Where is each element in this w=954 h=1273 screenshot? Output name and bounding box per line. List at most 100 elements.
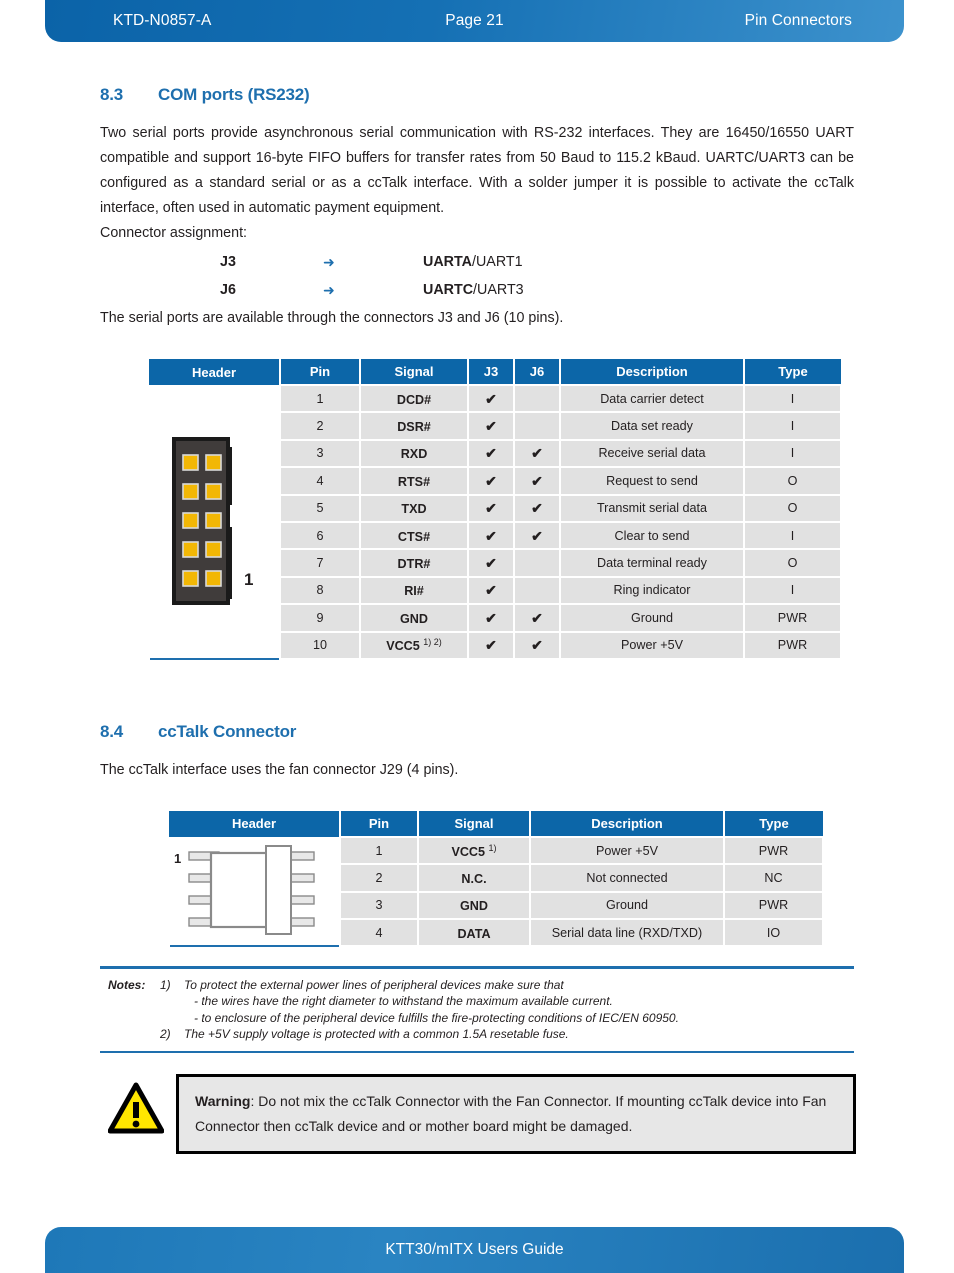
col-header-pin: Pin — [339, 810, 419, 837]
cell-pin: 4 — [339, 918, 419, 948]
section-heading-8-4: 8.4 ccTalk Connector — [100, 722, 854, 742]
section-number-8-4: 8.4 — [100, 721, 124, 741]
cell-j3-check: ✔ — [467, 493, 515, 523]
signal-name: DCD# — [396, 392, 432, 407]
notes-label-spacer — [100, 993, 152, 1010]
cell-j3-check: ✔ — [467, 575, 515, 606]
signal-name: RTS# — [397, 474, 431, 489]
cell-j6-check: ✔ — [513, 520, 561, 551]
signal-name: TXD — [401, 502, 427, 517]
section-heading-8-3: 8.3 COM ports (RS232) — [100, 85, 854, 105]
cell-j6-check — [513, 383, 561, 414]
cell-type: I — [743, 411, 842, 441]
cctalk-pinout-table: Header Pin Signal Description Type 1 1 V… — [168, 810, 824, 948]
cell-signal: DCD# — [359, 383, 469, 414]
assignment-target-j3-rest: /UART1 — [471, 254, 523, 270]
signal-name: DSR# — [397, 420, 431, 435]
com-port-pinout-table: Header Pin Signal J3 J6 Description Type — [148, 359, 842, 660]
cell-description: Power +5V — [529, 835, 725, 866]
connector-pin1-label: 1 — [244, 570, 253, 589]
signal-footnote: 1) — [488, 842, 497, 853]
warning-triangle-icon — [107, 1082, 165, 1134]
cell-description: Data set ready — [559, 411, 745, 441]
notes-section: Notes: 1) To protect the external power … — [100, 966, 854, 1053]
cell-type: PWR — [743, 603, 842, 633]
cell-description: Clear to send — [559, 520, 745, 551]
cell-description: Not connected — [529, 863, 725, 893]
note-item-1: Notes: 1) To protect the external power … — [100, 977, 854, 994]
cell-pin: 1 — [339, 835, 419, 866]
section-8-4-paragraph: The ccTalk interface uses the fan connec… — [100, 761, 459, 778]
col-header-pin: Pin — [279, 359, 361, 385]
cell-pin: 2 — [339, 863, 419, 893]
warning-label: Warning — [195, 1093, 251, 1109]
table-header-row: Header Pin Signal Description Type — [169, 810, 823, 837]
warning-section: Warning: Do not mix the ccTalk Connector… — [107, 1074, 856, 1154]
cell-type: O — [743, 466, 842, 496]
cell-description: Data carrier detect — [559, 383, 745, 414]
cctalk-table-body: 1 1 VCC5 1) Power +5V PWR 2 N.C. Not con… — [168, 835, 824, 948]
connector-10pin-graphic: 1 — [150, 394, 272, 648]
connector-graphic-cell-10pin: 1 — [148, 385, 280, 659]
cell-pin: 3 — [339, 890, 419, 921]
cell-j6-check: ✔ — [513, 603, 561, 633]
cell-pin: 9 — [279, 603, 361, 633]
document-content: 8.3 COM ports (RS232) Two serial ports pr… — [100, 85, 854, 948]
assignment-target-j3: UARTA/UART1 — [423, 250, 523, 275]
cell-pin: 6 — [279, 520, 361, 551]
col-header-signal: Signal — [359, 359, 469, 385]
cell-description: Ground — [559, 603, 745, 633]
assignment-target-j6: UARTC/UART3 — [423, 278, 524, 303]
cell-type: O — [743, 548, 842, 578]
cell-type: I — [743, 575, 842, 606]
signal-name: DTR# — [397, 557, 431, 572]
cell-signal: RXD — [359, 438, 469, 469]
section-8-3-paragraph: Two serial ports provide asynchronous se… — [100, 125, 854, 216]
cell-signal: GND — [359, 603, 469, 633]
col-header-signal: Signal — [417, 810, 531, 837]
cell-type: I — [743, 383, 842, 414]
section-title-8-4: ccTalk Connector — [158, 721, 297, 741]
note-number-2: 2) — [160, 1027, 171, 1041]
com-port-table-wrapper: Header Pin Signal J3 J6 Description Type — [148, 359, 854, 660]
signal-name: VCC5 — [386, 639, 420, 654]
col-header-j6: J6 — [513, 359, 561, 385]
cell-description: Ground — [529, 890, 725, 921]
cell-type: PWR — [723, 835, 824, 866]
col-header-header: Header — [149, 359, 281, 385]
signal-name: CTS# — [397, 529, 431, 544]
cell-pin: 3 — [279, 438, 361, 469]
warning-message-box: Warning: Do not mix the ccTalk Connector… — [176, 1074, 856, 1154]
col-header-j3: J3 — [467, 359, 515, 385]
arrow-right-icon: ➜ — [323, 282, 335, 298]
warning-icon-container — [107, 1074, 166, 1139]
note-subitem-1b: - to enclosure of the peripheral device … — [100, 1010, 854, 1027]
cell-type: PWR — [743, 630, 842, 660]
assignment-connector-j6: J6 — [220, 282, 236, 298]
cell-j6-check — [513, 575, 561, 606]
pin-header-10pin-icon: 1 — [172, 437, 253, 606]
cell-signal: CTS# — [359, 520, 469, 551]
notes-content: Notes: 1) To protect the external power … — [100, 969, 854, 1051]
col-header-header: Header — [169, 810, 341, 837]
cell-j3-check: ✔ — [467, 438, 515, 469]
cell-signal: DSR# — [359, 411, 469, 441]
col-header-type: Type — [723, 810, 823, 837]
cell-j3-check: ✔ — [467, 548, 515, 578]
cell-pin: 2 — [279, 411, 361, 441]
connector-assignment-intro: Connector assignment: — [100, 225, 248, 241]
col-header-type: Type — [743, 359, 841, 385]
warning-text: : Do not mix the ccTalk Connector with t… — [195, 1093, 827, 1134]
table-row: 1 1 DCD# ✔ Data carrier detect I — [148, 383, 842, 659]
cell-j6-check: ✔ — [513, 630, 561, 660]
cell-signal: RI# — [359, 575, 469, 606]
cell-j3-check: ✔ — [467, 520, 515, 551]
section-number-8-3: 8.3 — [100, 85, 124, 104]
note-number-1: 1) — [160, 977, 171, 992]
cell-type: NC — [723, 863, 824, 893]
note-text-1: To protect the external power lines of p… — [184, 977, 564, 992]
assignment-connector-j3: J3 — [220, 254, 236, 270]
connector-pin1-label: 1 — [174, 851, 181, 866]
cell-signal: VCC5 1) 2) — [359, 630, 469, 660]
com-port-table-body: 1 1 DCD# ✔ Data carrier detect I 2 DSR# … — [148, 383, 842, 660]
